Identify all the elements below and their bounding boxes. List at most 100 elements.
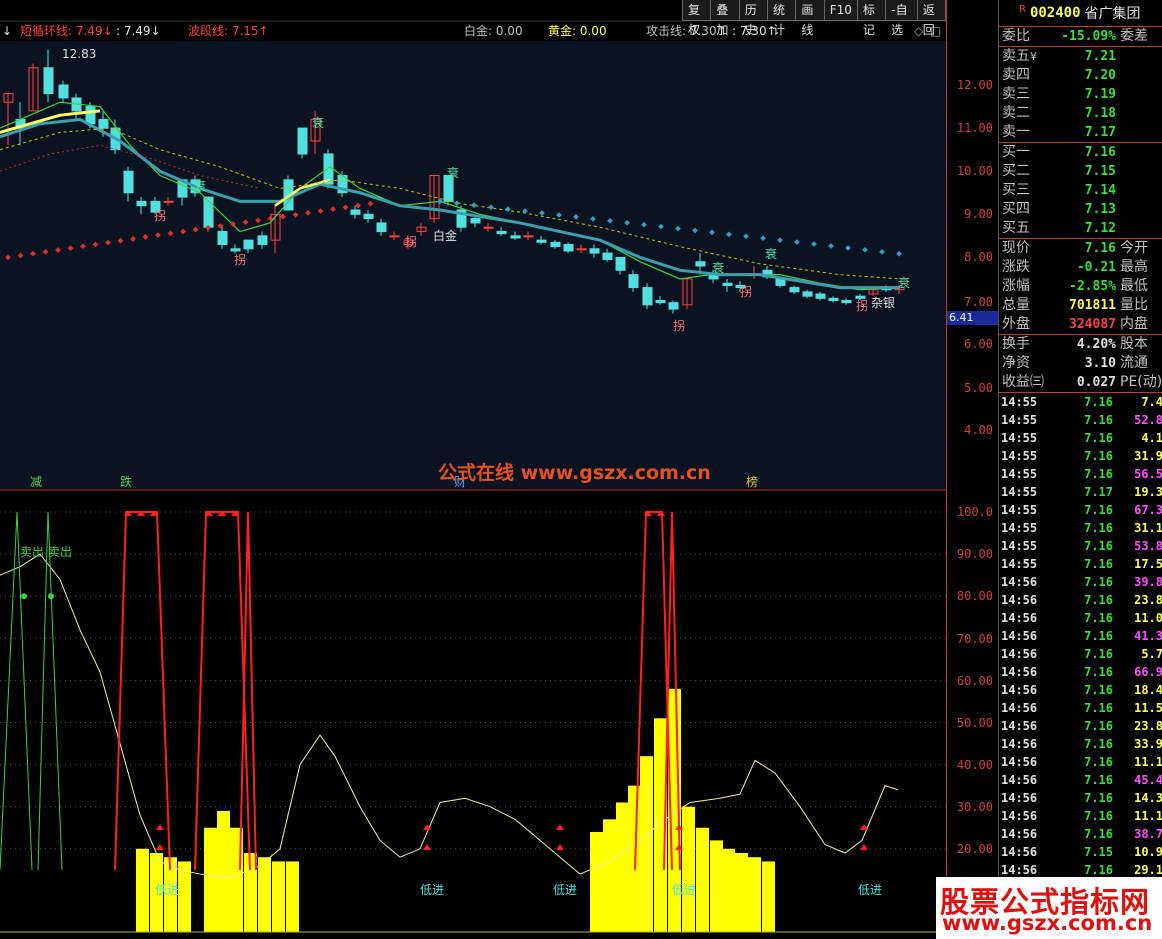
tick-row: 14:56 7.16 33.9 [999,735,1162,753]
watermark-corner: 股票公式指标网 www.gszx.com.cn [936,877,1162,939]
webi-value: -15.09% [1061,29,1116,44]
stat-value: 7.16 [1084,241,1116,256]
buy-triangle [156,824,164,830]
candle-body [655,300,666,304]
price-axis: 12.00 11.00 10.00 9.00 8.00 7.00 6.41 6.… [946,0,999,939]
stat-label2: 内盘 [1120,316,1148,332]
tick-price: 7.16 [1084,575,1113,589]
candle-body [58,84,69,99]
ask-price: 7.21 [1084,49,1116,64]
stat-label2: 量比 [1120,297,1148,313]
buy-label: 低进 [420,883,444,897]
osc-bar [682,806,695,932]
tick-price: 7.16 [1084,809,1113,823]
stats-block-2: 换手 4.20% 股本 净资 3.10 流通 收益㈢ 0.027 PE(动) [999,335,1162,393]
watermark-center: 公式在线 www.gszx.com.cn [438,462,711,484]
tick-volume: 5.7 [1141,647,1162,661]
strip-label: 跌 [120,474,132,489]
bid-price: 7.15 [1084,164,1116,179]
candle-body [163,200,174,203]
toolbar-lishi-button[interactable]: 历史 [739,0,769,37]
ask-label: 卖三 [1002,86,1030,102]
stat-value: 0.027 [1076,375,1116,390]
bid-row: 买一 7.16 [999,143,1162,162]
tick-row: 14:55 7.16 31.1 [999,519,1162,537]
stat-label: 涨跌 [1002,259,1030,275]
price-tick: 9.00 [964,207,993,221]
tick-time: 14:56 [1001,737,1038,751]
diamond-icon[interactable]: ◇ [914,21,923,41]
stat-label2: PE(动) [1120,374,1162,390]
bid-label: 买五 [1002,220,1030,236]
candle-body [828,297,839,302]
tick-time: 14:56 [1001,683,1038,697]
weicha-label: 委差 [1120,28,1148,44]
stat-label: 收益㈢ [1002,374,1044,390]
ask-row: 卖三 7.19 [999,85,1162,104]
candle-body [642,287,653,306]
chart-annotation: 拐 [234,252,246,267]
candle-body [602,252,613,261]
buy-triangle [556,844,564,850]
osc-dot-green [48,593,54,600]
toolbar-huaxian-button[interactable]: 画线 [796,0,825,37]
toolbar-f10-button[interactable]: F10 [824,0,858,21]
toolbar-diejia-button[interactable]: 叠加 [711,0,740,37]
osc-tick: 60.00 [956,674,993,688]
candle-body [563,243,574,252]
toolbar-biaoji-button[interactable]: 标记 [857,0,887,37]
ask-price: 7.19 [1084,87,1116,102]
tick-time: 14:56 [1001,719,1038,733]
tick-row: 14:56 7.16 38.7 [999,825,1162,843]
candle-body [297,127,308,155]
tick-price: 7.16 [1084,773,1113,787]
osc-spike-red [114,511,171,870]
tick-price: 7.16 [1084,719,1113,733]
bid-list: 买一 7.16 买二 7.15 买三 7.14 买四 7.13 买五 7.12 [999,143,1162,239]
bid-price: 7.16 [1084,145,1116,160]
tick-volume: 31.9 [1134,449,1162,463]
tick-price: 7.16 [1084,629,1113,643]
tick-price: 7.16 [1084,449,1113,463]
tick-volume: 11.5 [1134,701,1162,715]
tick-volume: 41.3 [1134,629,1162,643]
tick-time: 14:56 [1001,575,1038,589]
toolbar-fuquan-button[interactable]: 复权 [683,0,712,37]
chart-area[interactable]: 12.83 衰衰衰衰衰衰拐拐拐拐拐白金 杂银拐减跌财榜卖出 卖出 低进 低进 低进 低进 低进 … [0,0,946,939]
tick-volume: 56.5 [1134,467,1162,481]
tick-price: 7.16 [1084,557,1113,571]
toolbar-zixuan-button[interactable]: -自选 [886,0,918,37]
tick-volume: 4.1 [1141,431,1162,445]
tick-row: 14:56 7.16 45.4 [999,771,1162,789]
ask-label: 卖四 [1002,67,1030,83]
toolbar-tongji-button[interactable]: 统计 [768,0,797,37]
osc-bar [616,802,629,932]
attack-label: 攻击线: 7.30↑ [646,24,727,38]
tick-price: 7.16 [1084,521,1113,535]
chart-annotation: 衰 [312,115,324,130]
candle-body [123,170,134,194]
toolbar-fanhui-button[interactable]: 返回 [917,0,946,37]
tick-row: 14:55 7.16 7.4 [999,393,1162,411]
tick-time: 14:56 [1001,827,1038,841]
candle-body [376,222,387,233]
tick-row: 14:56 7.16 11.0 [999,609,1162,627]
osc-bar [136,848,149,932]
short-cycle-label: 短循环线: 7.49↓ [20,24,113,38]
stock-code: 002400 [1029,5,1081,21]
osc-tick: 50.00 [956,716,993,730]
tick-volume: 23.8 [1134,719,1162,733]
buy-triangle [423,844,431,850]
candle-body [722,282,733,286]
stat-row: 外盘 324087 内盘 [999,315,1162,334]
tick-list[interactable]: 14:55 7.16 7.4 14:55 7.16 52.8 14:55 7.16 4.1 14:… [999,393,1162,879]
osc-bar [590,831,603,932]
tick-volume: 39.8 [1134,575,1162,589]
tick-price: 7.16 [1084,611,1113,625]
high-price-label: 12.83 [62,47,96,61]
ask-label: 卖五¥ [1002,48,1037,64]
tick-time: 14:56 [1001,593,1038,607]
bid-price: 7.13 [1084,202,1116,217]
tick-price: 7.16 [1084,593,1113,607]
tick-volume: 7.4 [1141,395,1162,409]
